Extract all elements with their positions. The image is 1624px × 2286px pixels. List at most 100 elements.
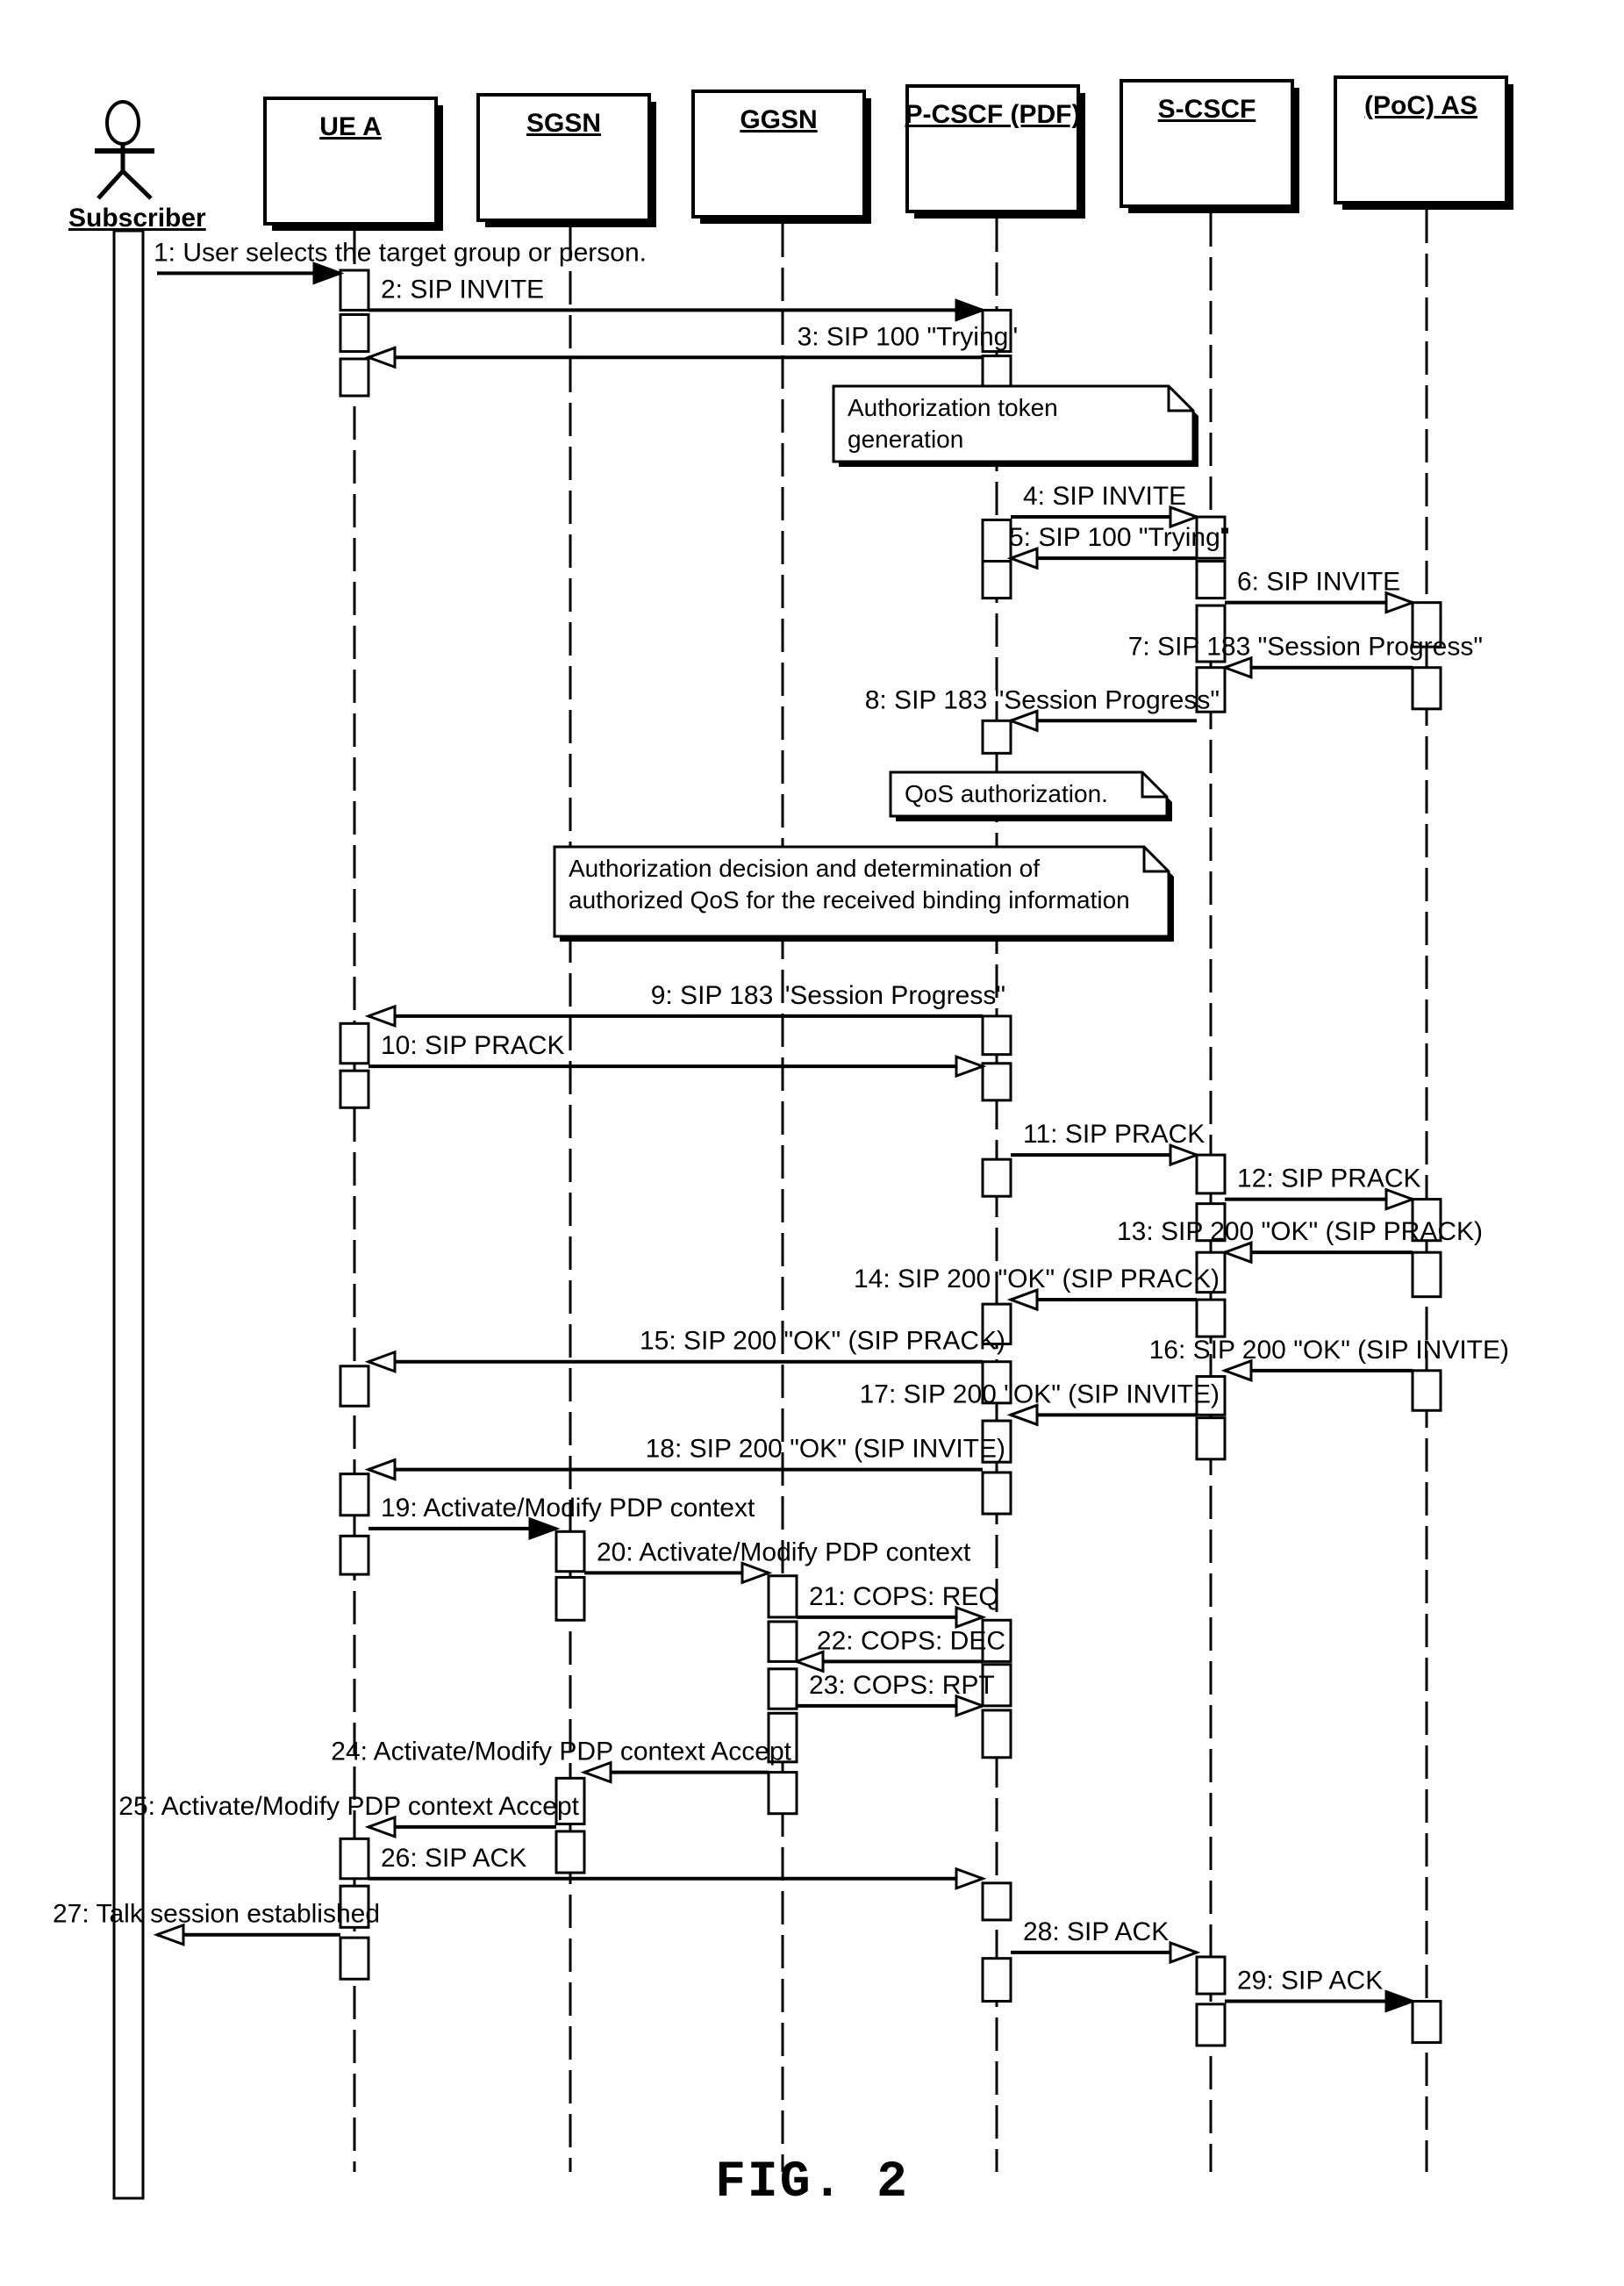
activation-bar [981, 1157, 1012, 1198]
message-24: 24: Activate/Modify PDP context Accept [331, 1738, 792, 1784]
arrowhead-icon [955, 1054, 987, 1079]
figure-caption: FIG. 2 [715, 2154, 909, 2211]
message-label: 7: SIP 183 "Session Progress" [1128, 633, 1483, 662]
activation-bar [981, 560, 1012, 600]
note-text: generation [848, 426, 963, 453]
activation-bar [339, 269, 370, 312]
message-14: 14: SIP 200 "OK" (SIP PRACK) [854, 1265, 1220, 1312]
note-text: Authorization decision and determination… [569, 855, 1040, 882]
activation-bar [981, 1014, 1012, 1057]
note-qos: QoS authorization. [889, 770, 1172, 821]
activation-bar [981, 719, 1012, 755]
message-label: 19: Activate/Modify PDP context [381, 1494, 755, 1523]
message-label: 25: Activate/Modify PDP context Accept [118, 1792, 579, 1821]
arrowhead-icon [364, 346, 397, 369]
message-label: 24: Activate/Modify PDP context Accept [331, 1738, 791, 1766]
message-22: 22: COPS: DEC [792, 1626, 1005, 1673]
arrowhead-icon [364, 1350, 397, 1373]
activation-bar [339, 1534, 370, 1576]
participant-label: (PoC) AS [1364, 91, 1477, 120]
participant-pcscf: P-CSCF (PDF) [905, 84, 1085, 219]
activation-bar [981, 1881, 1012, 1922]
message-label: 20: Activate/Modify PDP context [597, 1537, 971, 1566]
activation-bar [554, 1530, 586, 1573]
note-token: Authorization token generation [832, 384, 1198, 467]
activation-bar [339, 312, 370, 354]
message-label: 8: SIP 183 "Session Progress" [865, 685, 1220, 714]
note-decision: Authorization decision and determination… [553, 845, 1174, 942]
participant-poc-as: (PoC) AS [1334, 75, 1513, 210]
message-label: 11: SIP PRACK [1023, 1120, 1205, 1149]
arrowhead-icon [364, 1004, 397, 1028]
activation-bar [339, 1069, 370, 1109]
arrowhead-icon [955, 298, 987, 322]
participant-label: S-CSCF [1158, 95, 1256, 124]
activation-bar [339, 357, 370, 398]
activation-bar [767, 1574, 798, 1619]
actor-label: Subscriber [68, 204, 206, 233]
message-label: 3: SIP 100 "Trying" [798, 322, 1018, 351]
message-27: 27: Talk session established [53, 1900, 380, 1946]
sequence-diagram: Subscriber UE A SGSN GGSN P-CSCF (PDF) S-CSCF… [53, 75, 1513, 2200]
activation-bar [339, 1837, 370, 1881]
message-4: 4: SIP INVITE [1011, 482, 1201, 529]
message-label: 4: SIP INVITE [1023, 482, 1186, 511]
message-28: 28: SIP ACK [1011, 1917, 1201, 1965]
participant-label: P-CSCF (PDF) [905, 100, 1081, 129]
message-26: 26: SIP ACK [368, 1844, 987, 1890]
participant-label: SGSN [526, 109, 601, 138]
message-label: 14: SIP 200 "OK" (SIP PRACK) [854, 1265, 1220, 1293]
actor-head-icon [105, 100, 140, 146]
message-11: 11: SIP PRACK [1011, 1120, 1205, 1167]
activation-bar [1411, 1999, 1442, 2045]
activation-bar [1195, 1298, 1227, 1338]
note-text: Authorization token [848, 394, 1058, 421]
message-label: 17: SIP 200 "OK" (SIP INVITE) [860, 1379, 1220, 1408]
message-label: 22: COPS: DEC [817, 1626, 1005, 1655]
activation-bar [981, 1957, 1012, 2003]
activation-bar [981, 1062, 1012, 1102]
message-label: 18: SIP 200 "OK" (SIP INVITE) [646, 1435, 1005, 1464]
activation-bar [767, 1620, 798, 1663]
activation-bar [981, 355, 1012, 389]
message-label: 2: SIP INVITE [381, 275, 544, 304]
activation-bar [1195, 2003, 1227, 2047]
message-2: 2: SIP INVITE [368, 275, 987, 322]
message-12: 12: SIP PRACK [1225, 1164, 1421, 1211]
note-text: QoS authorization. [905, 780, 1108, 807]
message-23: 23: COPS: RPT [797, 1671, 995, 1718]
arrowhead-icon [364, 1458, 397, 1481]
arrowhead-icon [1169, 1940, 1201, 1965]
message-18: 18: SIP 200 "OK" (SIP INVITE) [364, 1435, 1005, 1481]
activation-bar [981, 1709, 1012, 1759]
message-label: 21: COPS: REQ [809, 1582, 999, 1611]
message-label: 1: User selects the target group or pers… [154, 238, 647, 267]
message-label: 26: SIP ACK [381, 1844, 526, 1873]
activation-bar [1195, 560, 1227, 600]
message-label: 9: SIP 183 "Session Progress" [651, 981, 1005, 1010]
activation-bar [1411, 1369, 1442, 1412]
activation-bar [767, 1667, 798, 1710]
message-9: 9: SIP 183 "Session Progress" [364, 981, 1005, 1028]
activation-bar [1195, 1416, 1227, 1461]
message-label: 6: SIP INVITE [1237, 568, 1400, 597]
message-10: 10: SIP PRACK [368, 1031, 987, 1079]
message-label: 10: SIP PRACK [381, 1031, 565, 1060]
message-label: 27: Talk session established [53, 1900, 380, 1929]
activation-bar [339, 1021, 370, 1065]
message-3: 3: SIP 100 "Trying" [364, 322, 1018, 369]
activation-bar [339, 1936, 370, 1981]
participant-ggsn: GGSN [691, 90, 871, 224]
message-17: 17: SIP 200 "OK" (SIP INVITE) [860, 1379, 1220, 1427]
message-label: 15: SIP 200 "OK" (SIP PRACK) [640, 1327, 1005, 1356]
message-label: 5: SIP 100 "Trying" [1009, 523, 1229, 552]
message-25: 25: Activate/Modify PDP context Accept [118, 1792, 580, 1839]
message-6: 6: SIP INVITE [1225, 568, 1417, 614]
participant-ue-a: UE A [263, 97, 443, 231]
message-label: 28: SIP ACK [1023, 1917, 1169, 1946]
message-label: 16: SIP 200 "OK" (SIP INVITE) [1149, 1336, 1509, 1365]
actor-subscriber: Subscriber [68, 100, 206, 233]
activation-bar [981, 1471, 1012, 1516]
arrowhead-icon [955, 1867, 987, 1890]
message-label: 23: COPS: RPT [809, 1671, 995, 1700]
